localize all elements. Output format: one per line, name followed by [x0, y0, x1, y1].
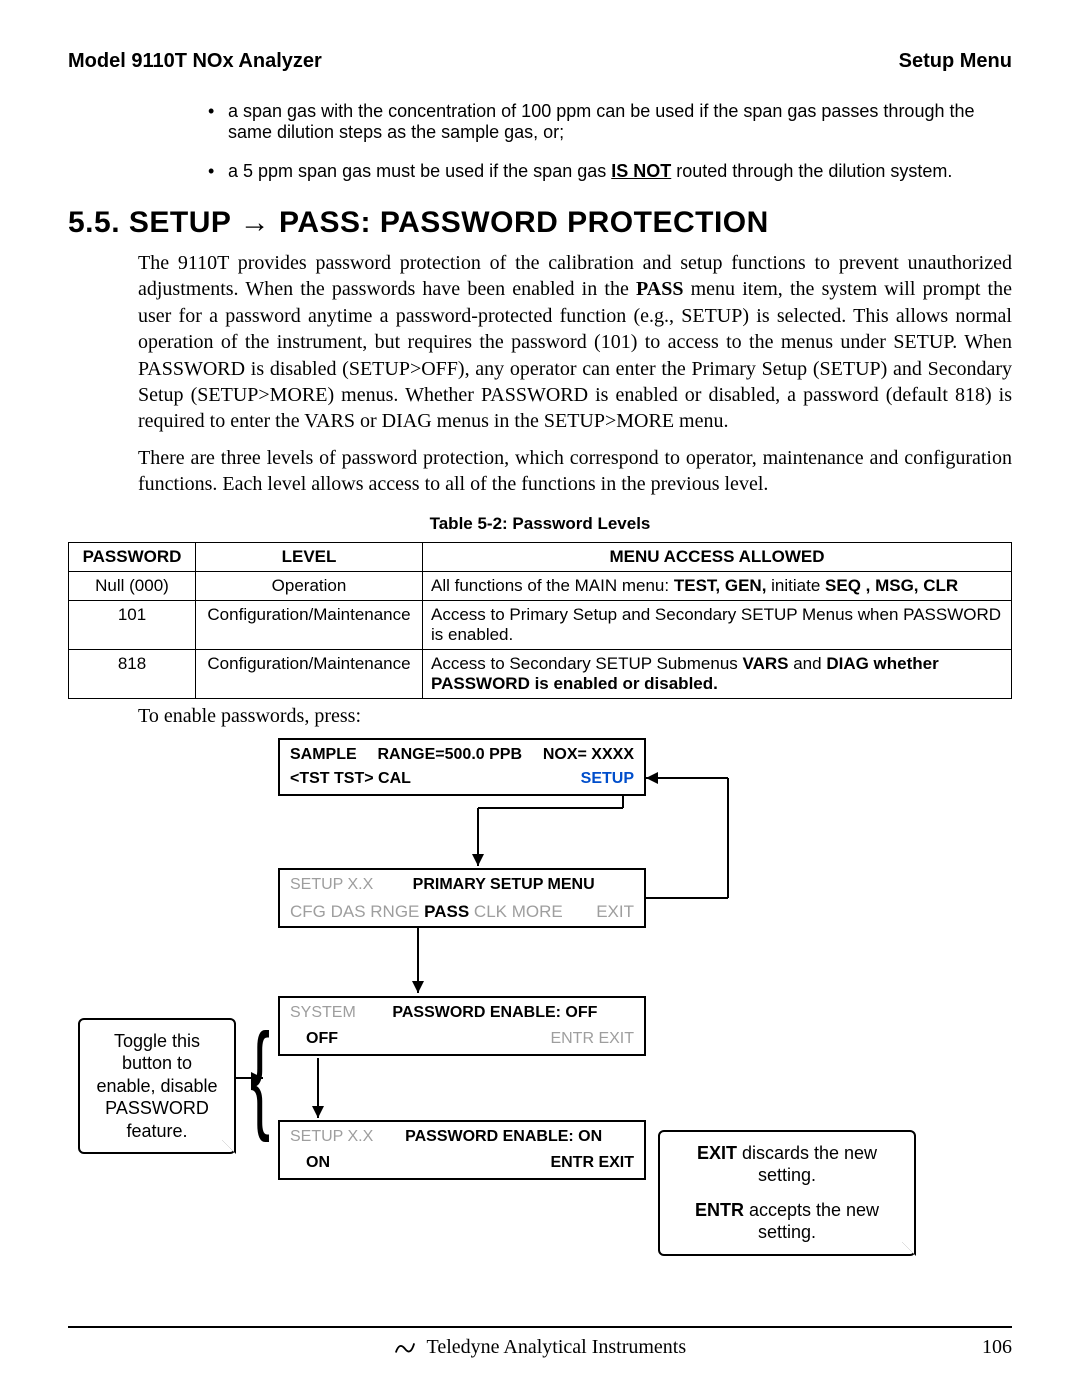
on-button: ON: [306, 1154, 330, 1172]
table-row: Null (000) Operation All functions of th…: [69, 571, 1012, 600]
screen-password-off: SYSTEMPASSWORD ENABLE: OFF OFFENTR EXIT: [278, 996, 646, 1056]
bullet-text: a 5 ppm span gas must be used if the spa…: [228, 161, 952, 181]
pass-button: PASS: [424, 902, 469, 921]
bullet-text: a span gas with the concentration of 100…: [228, 101, 975, 142]
table-row: 818 Configuration/Maintenance Access to …: [69, 649, 1012, 698]
menu-flow-diagram: SAMPLERANGE=500.0 PPBNOX= XXXX <TST TST>…: [68, 738, 1012, 1248]
screen-sample: SAMPLERANGE=500.0 PPBNOX= XXXX <TST TST>…: [278, 738, 646, 796]
callout-toggle: Toggle this button to enable, disable PA…: [78, 1018, 236, 1155]
password-levels-table: PASSWORD LEVEL MENU ACCESS ALLOWED Null …: [68, 542, 1012, 699]
header-left: Model 9110T NOx Analyzer: [68, 50, 322, 73]
table-row: 101 Configuration/Maintenance Access to …: [69, 600, 1012, 649]
table-caption: Table 5-2: Password Levels: [68, 514, 1012, 534]
entr-exit-button: ENTR EXIT: [550, 1154, 634, 1172]
screen-password-on: SETUP X.XPASSWORD ENABLE: ON ONENTR EXIT: [278, 1120, 646, 1180]
brace-icon: {: [250, 1016, 270, 1136]
screen-primary-setup: SETUP X.XPRIMARY SETUP MENU CFG DAS RNGE…: [278, 868, 646, 928]
table-header: MENU ACCESS ALLOWED: [423, 542, 1012, 571]
paragraph: There are three levels of password prote…: [138, 445, 1012, 498]
bullet-item: •a 5 ppm span gas must be used if the sp…: [208, 161, 1012, 182]
table-header: PASSWORD: [69, 542, 196, 571]
off-button: OFF: [306, 1030, 338, 1048]
teledyne-logo-icon: [394, 1339, 416, 1355]
table-header: LEVEL: [196, 542, 423, 571]
section-heading: 5.5. SETUP → PASS: PASSWORD PROTECTION: [68, 206, 1012, 240]
footer-company: Teledyne Analytical Instruments: [427, 1336, 687, 1358]
page-footer: Teledyne Analytical Instruments 106: [68, 1326, 1012, 1359]
paragraph: The 9110T provides password protection o…: [138, 250, 1012, 435]
callout-entr-exit: EXIT discards the new setting. ENTR acce…: [658, 1130, 916, 1256]
instruction-text: To enable passwords, press:: [138, 705, 1012, 728]
setup-button: SETUP: [581, 770, 634, 788]
bullet-item: •a span gas with the concentration of 10…: [208, 101, 1012, 143]
page-number: 106: [982, 1336, 1012, 1359]
header-right: Setup Menu: [899, 50, 1012, 73]
